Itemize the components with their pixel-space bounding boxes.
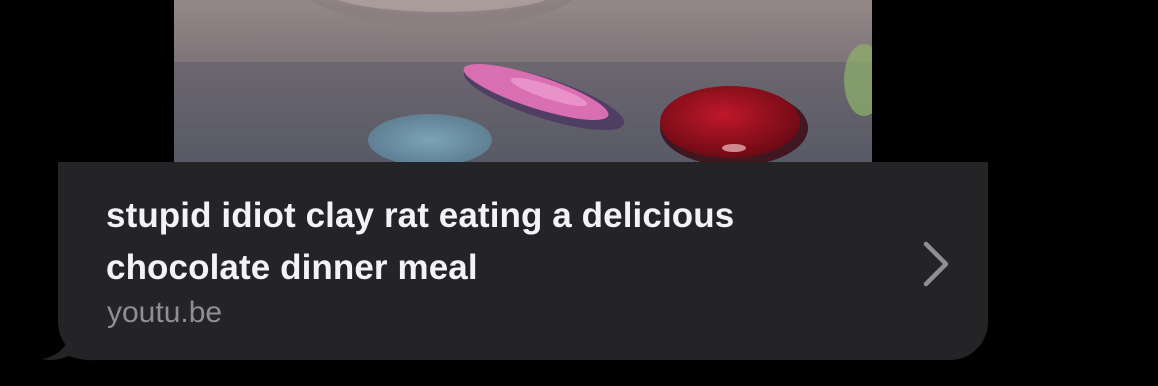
video-thumbnail-frame[interactable] bbox=[58, 0, 988, 162]
messages-screen: stupid idiot clay rat eating a delicious… bbox=[0, 0, 1158, 386]
video-thumbnail[interactable] bbox=[174, 0, 872, 162]
link-preview-bubble[interactable]: stupid idiot clay rat eating a delicious… bbox=[58, 0, 988, 360]
video-thumbnail-image bbox=[174, 0, 872, 162]
link-title: stupid idiot clay rat eating a delicious… bbox=[106, 196, 735, 287]
chevron-right-icon[interactable] bbox=[920, 238, 954, 290]
link-domain: youtu.be bbox=[107, 296, 223, 329]
